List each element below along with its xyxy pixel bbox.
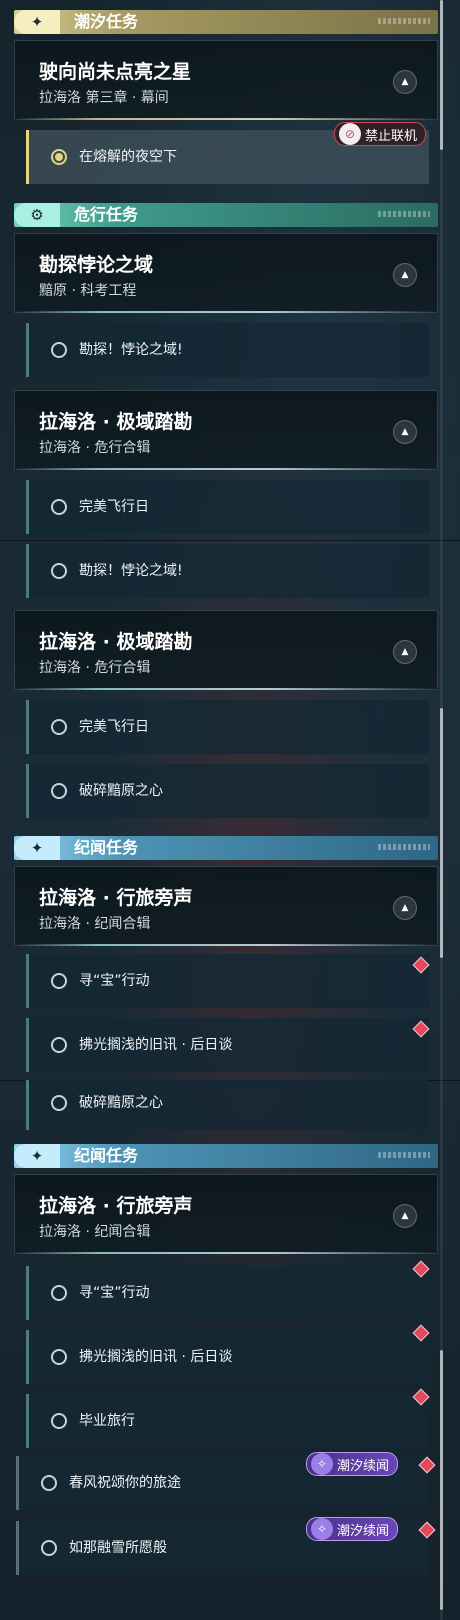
header-decoration [378,844,430,850]
task-label: 春风祝颂你的旅途 [69,1475,181,1491]
quest-title: 拉海洛 · 行旅旁声 [39,1195,193,1217]
spiral-star-icon: ✧ [311,1518,333,1540]
four-point-star-icon: ✦ [14,836,60,860]
radio-icon [51,1095,67,1111]
task-label: 如那融雪所愿般 [69,1540,167,1556]
quest-subtitle: 拉海洛 · 纪闻合辑 [39,1224,151,1240]
task-label: 寻“宝”行动 [79,1285,150,1301]
category-label: 纪闻任务 [74,1146,139,1165]
radio-icon [51,342,67,358]
task-label: 在熔解的夜空下 [79,149,177,165]
quest-panel-1: ✦ 潮汐任务 驶向尚未点亮之星 拉海洛 第三章 · 幕间 ▲ 在熔解的夜空下 ⊘… [0,0,460,540]
task-row[interactable]: 拂光搁浅的旧讯 · 后日谈 [26,1018,429,1072]
task-row[interactable]: 破碎黯原之心 [26,1080,429,1130]
scrollbar-thumb[interactable] [440,708,443,958]
task-label: 勘探！悖论之域! [79,342,183,358]
radio-icon [41,1475,57,1491]
quest-subtitle: 拉海洛 · 纪闻合辑 [39,916,151,932]
quest-subtitle: 拉海洛 · 危行合辑 [39,660,151,676]
task-row[interactable]: 完美飞行日 [26,700,429,754]
quest-card-main[interactable]: 驶向尚未点亮之星 拉海洛 第三章 · 幕间 ▲ [14,40,438,120]
category-story-header[interactable]: ✦ 纪闻任务 [14,1144,438,1168]
task-label: 拂光搁浅的旧讯 · 后日谈 [79,1037,233,1053]
category-story-header[interactable]: ✦ 纪闻任务 [14,836,438,860]
chevron-up-icon[interactable]: ▲ [393,70,417,94]
radio-icon [51,973,67,989]
header-decoration [378,211,430,217]
radio-icon [51,783,67,799]
task-row[interactable]: 寻“宝”行动 [26,1266,429,1320]
radio-icon [51,1413,67,1429]
quest-subtitle: 拉海洛 · 危行合辑 [39,440,151,456]
radio-icon [51,719,67,735]
radio-icon [51,1037,67,1053]
quest-title: 拉海洛 · 极域踏勘 [39,411,193,433]
task-row[interactable]: 寻“宝”行动 [26,954,429,1008]
task-row[interactable]: 勘探！悖论之域! [26,544,429,598]
task-label: 拂光搁浅的旧讯 · 后日谈 [79,1349,233,1365]
scrollbar-thumb[interactable] [440,0,443,150]
quest-subtitle: 拉海洛 第三章 · 幕间 [39,90,169,106]
badge-label: 潮汐续闻 [337,1458,390,1474]
quest-card-danger-1[interactable]: 勘探悖论之域 黯原 · 科考工程 ▲ [14,233,438,313]
chevron-up-icon[interactable]: ▲ [393,640,417,664]
task-row[interactable]: 勘探！悖论之域! [26,323,429,377]
task-row[interactable]: 完美飞行日 [26,480,429,534]
category-danger-header[interactable]: ⚙ 危行任务 [14,203,438,227]
quest-panel-2: 勘探！悖论之域! 拉海洛 · 极域踏勘 拉海洛 · 危行合辑 ▲ 完美飞行日 破… [0,540,460,1080]
category-tide-header[interactable]: ✦ 潮汐任务 [14,10,438,34]
chevron-up-icon[interactable]: ▲ [393,263,417,287]
badge-label: 潮汐续闻 [337,1523,390,1539]
no-multiplayer-badge: ⊘ 禁止联机 [334,122,427,146]
task-row[interactable]: 破碎黯原之心 [26,764,429,818]
quest-card-danger-2[interactable]: 拉海洛 · 极域踏勘 拉海洛 · 危行合辑 ▲ [14,390,438,470]
radio-icon [51,1285,67,1301]
chevron-up-icon[interactable]: ▲ [393,420,417,444]
four-point-star-icon: ✦ [14,10,60,34]
task-label: 破碎黯原之心 [79,783,163,799]
radio-icon [51,1349,67,1365]
task-label: 勘探！悖论之域! [79,563,183,579]
task-label: 完美飞行日 [79,719,149,735]
chevron-up-icon[interactable]: ▲ [393,896,417,920]
category-label: 危行任务 [74,205,139,224]
gear-icon: ⚙ [14,203,60,227]
four-point-star-icon: ✦ [14,1144,60,1168]
quest-title: 拉海洛 · 极域踏勘 [39,631,193,653]
quest-title: 勘探悖论之域 [39,254,154,276]
tide-followup-badge: ✧ 潮汐续闻 [306,1517,399,1541]
task-label: 寻“宝”行动 [79,973,150,989]
quest-title: 拉海洛 · 行旅旁声 [39,887,193,909]
radio-icon [51,499,67,515]
quest-title: 驶向尚未点亮之星 [39,61,192,83]
quest-card-story[interactable]: 拉海洛 · 行旅旁声 拉海洛 · 纪闻合辑 ▲ [14,866,438,946]
header-decoration [378,1152,430,1158]
badge-label: 禁止联机 [365,128,418,144]
task-label: 完美飞行日 [79,499,149,515]
quest-subtitle: 黯原 · 科考工程 [39,283,137,299]
quest-card-danger-2[interactable]: 拉海洛 · 极域踏勘 拉海洛 · 危行合辑 ▲ [14,610,438,690]
header-decoration [378,18,430,24]
spiral-star-icon: ✧ [311,1453,333,1475]
radio-icon [41,1540,57,1556]
task-label: 毕业旅行 [79,1413,135,1429]
scrollbar-thumb[interactable] [440,1350,443,1610]
category-label: 纪闻任务 [74,838,139,857]
no-multiplayer-icon: ⊘ [339,123,361,145]
chevron-up-icon[interactable]: ▲ [393,1204,417,1228]
task-row[interactable]: 拂光搁浅的旧讯 · 后日谈 [26,1330,429,1384]
category-label: 潮汐任务 [74,12,139,31]
radio-selected-icon [51,149,67,165]
tide-followup-badge: ✧ 潮汐续闻 [306,1452,399,1476]
quest-panel-3: 破碎黯原之心 ✦ 纪闻任务 拉海洛 · 行旅旁声 拉海洛 · 纪闻合辑 ▲ 寻“… [0,1080,460,1620]
task-row[interactable]: 毕业旅行 [26,1394,429,1448]
task-label: 破碎黯原之心 [79,1095,163,1111]
quest-card-story[interactable]: 拉海洛 · 行旅旁声 拉海洛 · 纪闻合辑 ▲ [14,1174,438,1254]
radio-icon [51,563,67,579]
